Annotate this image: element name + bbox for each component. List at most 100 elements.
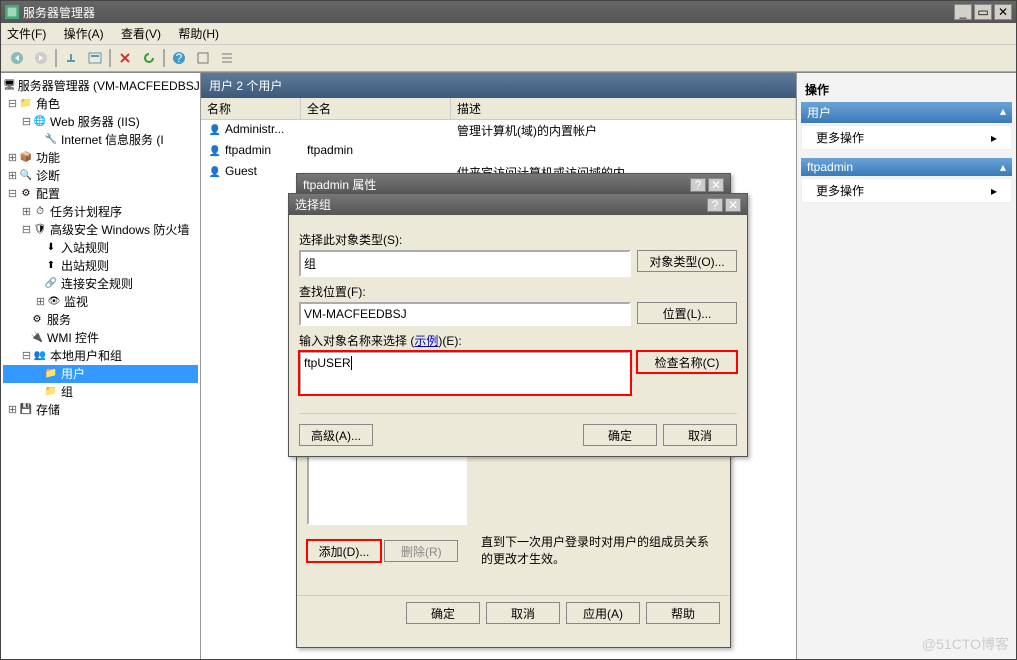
chevron-up-icon: ▴ [1000,104,1006,118]
example-link[interactable]: 示例 [414,334,438,348]
tree-roles[interactable]: ⊟📁角色 [3,95,198,113]
nav-tree[interactable]: 🖥服务器管理器 (VM-MACFEEDBSJ) ⊟📁角色 ⊟🌐Web 服务器 (… [1,73,201,659]
diagnostics-icon: 🔍 [18,168,34,184]
dialog-title: 选择组 [295,196,331,213]
tree-groups[interactable]: 📁组 [3,383,198,401]
tree-wmi[interactable]: 🔌WMI 控件 [3,329,198,347]
up-button[interactable] [61,48,81,68]
config-icon: ⚙ [18,186,34,202]
list-row[interactable]: 👤Administr... 管理计算机(域)的内置帐户 [201,120,796,141]
help-icon[interactable]: ? [707,198,723,212]
action-more-users[interactable]: 更多操作▸ [801,125,1012,150]
close-icon[interactable]: ✕ [708,178,724,192]
services-icon: ⚙ [29,312,45,328]
help-button[interactable]: ? [169,48,189,68]
cancel-button[interactable]: 取消 [663,424,737,446]
tree-connsec[interactable]: 🔗连接安全规则 [3,275,198,293]
tree-monitor[interactable]: ⊞👁监视 [3,293,198,311]
col-desc[interactable]: 描述 [451,98,796,119]
dialog-buttons: 确定 取消 应用(A) 帮助 [297,595,730,630]
check-names-button[interactable]: 检查名称(C) [637,351,737,373]
menu-action[interactable]: 操作(A) [64,27,104,41]
actions-title: 操作 [801,77,1012,102]
ok-button[interactable]: 确定 [583,424,657,446]
tree-services[interactable]: ⚙服务 [3,311,198,329]
tree-config[interactable]: ⊟⚙配置 [3,185,198,203]
tree-root[interactable]: 🖥服务器管理器 (VM-MACFEEDBSJ) [3,77,198,95]
apply-button[interactable]: 应用(A) [566,602,640,624]
refresh-button[interactable] [139,48,159,68]
storage-icon: 💾 [18,402,34,418]
select-group-dialog[interactable]: 选择组 ? ✕ 选择此对象类型(S): 组 对象类型(O)... 查找位置(F)… [288,193,748,457]
tree-web-iis[interactable]: ⊟🌐Web 服务器 (IIS) [3,113,198,131]
folder-icon: 📁 [43,366,59,382]
tree-iis-info[interactable]: 🔧Internet 信息服务 (I [3,131,198,149]
add-button[interactable]: 添加(D)... [307,540,381,562]
col-fullname[interactable]: 全名 [301,98,451,119]
server-icon: 🖥 [3,78,16,94]
tree-outbound[interactable]: ⬆出站规则 [3,257,198,275]
ok-button[interactable]: 确定 [406,602,480,624]
remove-button[interactable]: 删除(R) [384,540,458,562]
location-value: VM-MACFEEDBSJ [299,302,631,326]
dialog-titlebar[interactable]: ftpadmin 属性 ? ✕ [297,174,730,195]
col-name[interactable]: 名称 [201,98,301,119]
tree-users[interactable]: 📁用户 [3,365,198,383]
list-row[interactable]: 👤ftpadmin ftpadmin [201,141,796,162]
note-text: 直到下一次用户登录时对用户的组成员关系的更改才生效。 [481,533,711,567]
center-header: 用户 2 个用户 [201,73,796,98]
dialog-titlebar[interactable]: 选择组 ? ✕ [289,194,747,215]
cancel-button[interactable]: 取消 [486,602,560,624]
list-header[interactable]: 名称 全名 描述 [201,98,796,120]
object-type-button[interactable]: 对象类型(O)... [637,250,737,272]
advanced-button[interactable]: 高级(A)... [299,424,373,446]
separator-icon [109,49,111,67]
menu-view[interactable]: 查看(V) [121,27,161,41]
tree-firewall[interactable]: ⊟🛡高级安全 Windows 防火墙 [3,221,198,239]
center-pane: 用户 2 个用户 名称 全名 描述 👤Administr... 管理计算机(域)… [201,73,796,659]
restore-button[interactable]: ▭ [974,4,992,20]
minimize-button[interactable]: _ [954,4,972,20]
app-icon [5,5,19,19]
back-button[interactable] [7,48,27,68]
monitor-icon: 👁 [46,294,62,310]
user-icon: 👤 [207,164,223,180]
tree-features[interactable]: ⊞📦功能 [3,149,198,167]
roles-icon: 📁 [18,96,34,112]
tree-local-users-groups[interactable]: ⊟👥本地用户和组 [3,347,198,365]
action-more-ftpadmin[interactable]: 更多操作▸ [801,178,1012,203]
properties-button[interactable] [85,48,105,68]
action-group-users[interactable]: 用户▴ [801,102,1012,123]
tree-storage[interactable]: ⊞💾存储 [3,401,198,419]
object-type-value: 组 [299,250,631,277]
actions-pane: 操作 用户▴ 更多操作▸ ftpadmin▴ 更多操作▸ [796,73,1016,659]
location-button[interactable]: 位置(L)... [637,302,737,324]
delete-button[interactable] [115,48,135,68]
close-button[interactable]: ✕ [994,4,1012,20]
wmi-icon: 🔌 [29,330,45,346]
iis-mgr-icon: 🔧 [43,132,59,148]
watermark: @51CTO博客 [922,634,1009,654]
chevron-up-icon: ▴ [1000,160,1006,174]
titlebar: 服务器管理器 _ ▭ ✕ [1,1,1016,23]
close-icon[interactable]: ✕ [725,198,741,212]
window-title: 服务器管理器 [23,4,95,21]
action-group-ftpadmin[interactable]: ftpadmin▴ [801,158,1012,176]
help-button[interactable]: 帮助 [646,602,720,624]
inbound-icon: ⬇ [43,240,59,256]
tree-diagnostics[interactable]: ⊞🔍诊断 [3,167,198,185]
help-icon[interactable]: ? [690,178,706,192]
menu-help[interactable]: 帮助(H) [178,27,219,41]
iis-icon: 🌐 [32,114,48,130]
svg-text:?: ? [176,51,183,65]
separator-icon [163,49,165,67]
export-button[interactable] [193,48,213,68]
forward-button[interactable] [31,48,51,68]
member-list[interactable] [307,445,467,525]
list-button[interactable] [217,48,237,68]
object-name-input[interactable]: ftpUSER [299,351,631,395]
tree-inbound[interactable]: ⬇入站规则 [3,239,198,257]
menu-file[interactable]: 文件(F) [7,27,46,41]
firewall-icon: 🛡 [32,222,48,238]
tree-task-scheduler[interactable]: ⊞⏱任务计划程序 [3,203,198,221]
